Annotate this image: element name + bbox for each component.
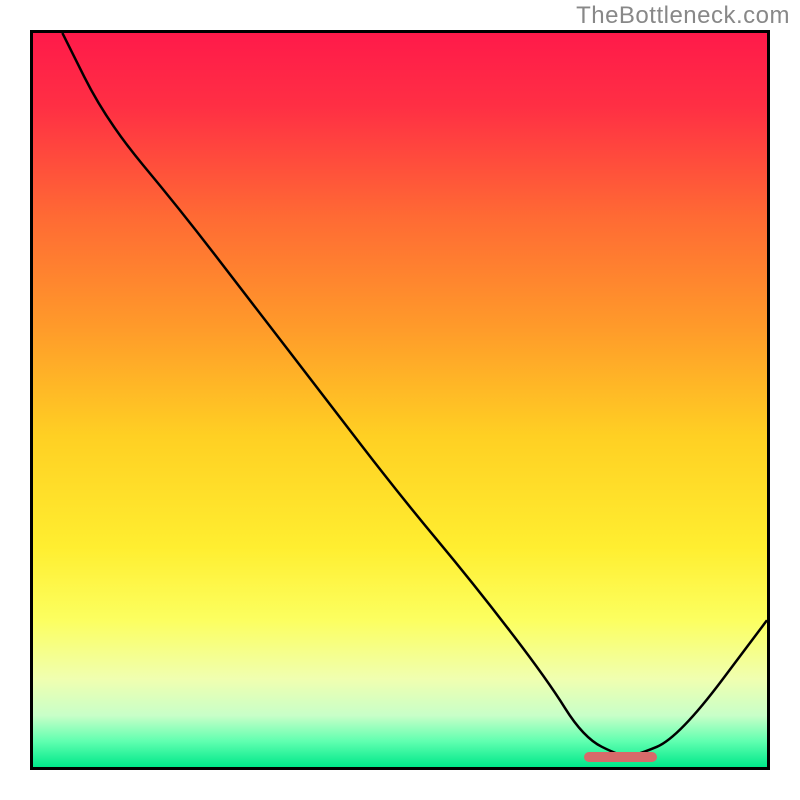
chart-frame bbox=[30, 30, 770, 770]
optimal-range-marker bbox=[584, 752, 657, 762]
watermark-text: TheBottleneck.com bbox=[576, 2, 790, 30]
bottleneck-curve bbox=[33, 33, 767, 767]
